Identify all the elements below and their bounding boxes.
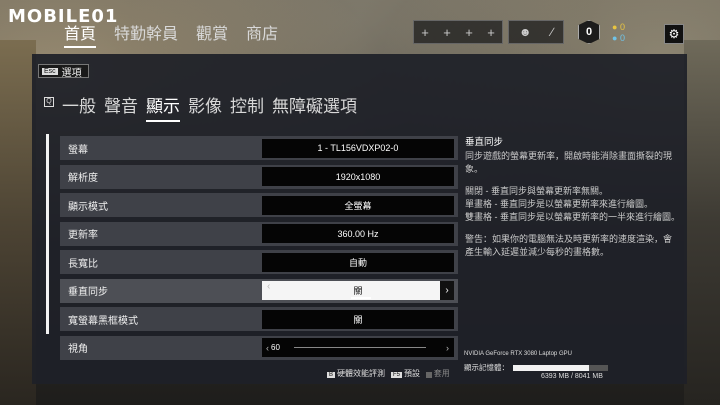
credits-amount: 0 [619,33,625,43]
settings-list: 螢幕 1 - TL156VDXP02-0 解析度 1920x1080 顯示模式 … [60,136,458,364]
default-button[interactable]: F5 預設 [391,368,420,379]
vram-bar-fill [513,364,589,371]
key-hint: B [327,372,336,378]
tab-audio[interactable]: 聲音 [104,92,138,122]
chevron-right-icon[interactable]: › [446,343,449,353]
squad-slot-add-button[interactable]: + [487,25,495,40]
tab-graphics[interactable]: 影像 [188,92,222,122]
setting-value: 關 [353,286,363,296]
setting-label: 更新率 [68,230,98,241]
background-tree-right [684,40,720,405]
scrollbar[interactable] [46,134,49,334]
gear-icon: ⚙ [668,27,680,41]
setting-row-vsync[interactable]: 垂直同步 ‹ 關 › [60,278,458,303]
slash-icon[interactable]: ∕ [551,25,553,39]
setting-value[interactable]: 360.00 Hz [262,224,454,243]
chevron-left-icon[interactable]: ‹ [266,343,269,353]
setting-value-selector[interactable]: ‹ 關 › [262,281,454,300]
tab-key-hint: Q [44,97,54,107]
setting-row-monitor[interactable]: 螢幕 1 - TL156VDXP02-0 [60,136,458,160]
back-button-label: 選項 [61,67,82,79]
person-icon[interactable]: ☻ [519,25,532,39]
nav-shop[interactable]: 商店 [246,20,278,48]
esc-key-hint: Esc [42,67,58,75]
footer-label: 預設 [404,369,421,378]
squad-slot-add-button[interactable]: + [443,25,451,40]
currency-display: ● 0 ● 0 [612,22,625,44]
setting-label: 視角 [68,344,88,355]
setting-row-refresh-rate[interactable]: 更新率 360.00 Hz [60,221,458,246]
tab-controls[interactable]: 控制 [230,92,264,122]
party-controls: ☻ ∕ [508,20,564,44]
setting-value[interactable]: 自動 [262,252,454,272]
vram-label: 顯示記憶體： [464,363,509,372]
key-hint: F5 [391,372,403,378]
benchmark-button[interactable]: B 硬體效能評測 [327,368,385,379]
setting-value[interactable]: 全螢幕 [262,195,454,215]
setting-label: 長寬比 [68,258,98,270]
setting-row-fov[interactable]: 視角 ‹ 60 › [60,335,458,360]
chevron-right-icon[interactable]: › [440,281,454,300]
squad-slots: + + + + [413,20,503,44]
setting-label: 顯示模式 [68,201,108,213]
setting-row-resolution[interactable]: 解析度 1920x1080 [60,164,458,189]
setting-description: 垂直同步 同步遊戲的螢幕更新率，開啟時能消除畫面撕裂的現象。 關閉 - 垂直同步… [465,134,680,268]
footer-label: 硬體效能評測 [337,369,386,378]
key-hint [426,372,432,378]
chevron-left-icon[interactable]: ‹ [267,281,270,292]
squad-slot-add-button[interactable]: + [421,25,429,40]
nav-home[interactable]: 首頁 [64,20,97,48]
main-nav: 首頁 特勤幹員 觀賞 商店 [64,20,278,48]
options-tabs: 一般 聲音 顯示 影像 控制 無障礙選項 [62,92,357,122]
apply-button[interactable]: 套用 [426,368,450,379]
credits-icon: ● [612,33,618,43]
tab-accessibility[interactable]: 無障礙選項 [272,92,357,122]
footer-actions: B 硬體效能評測 F5 預設 套用 [327,368,450,379]
vram-value: 6393 MB / 8041 MB [541,373,603,380]
setting-label: 螢幕 [68,144,88,156]
back-button[interactable]: Esc 選項 [38,64,89,79]
fov-slider[interactable]: ‹ 60 › [262,338,454,357]
description-title: 垂直同步 [465,137,504,148]
setting-label: 垂直同步 [68,287,108,298]
tab-general[interactable]: 一般 [62,92,96,122]
setting-row-aspect-ratio[interactable]: 長寬比 自動 [60,250,458,274]
option-indicator [351,297,371,299]
description-paragraph: 關閉 - 垂直同步與螢幕更新率無關。 單畫格 - 垂直同步是以螢幕更新率來進行繪… [465,186,680,222]
renown-amount: 0 [619,22,625,32]
description-paragraph: 警告：如果你的電腦無法及時更新率的速度渲染，會產生輸入延遲並減少每秒的畫格數。 [465,234,673,257]
settings-button[interactable]: ⚙ [664,24,684,44]
description-paragraph: 同步遊戲的螢幕更新率，開啟時能消除畫面撕裂的現象。 [465,151,673,174]
nav-operators[interactable]: 特勤幹員 [114,20,178,48]
slider-value: 60 [271,343,280,352]
setting-value[interactable]: 1 - TL156VDXP02-0 [262,138,454,158]
setting-value[interactable]: 關 [262,309,454,329]
setting-label: 寬螢幕黑框模式 [68,315,138,327]
footer-label: 套用 [433,369,450,378]
setting-label: 解析度 [68,173,98,184]
setting-row-display-mode[interactable]: 顯示模式 全螢幕 [60,193,458,217]
vram-bar [513,364,608,371]
renown-icon: ● [612,22,618,32]
setting-value[interactable]: 1920x1080 [262,167,454,186]
squad-slot-add-button[interactable]: + [465,25,473,40]
gpu-name: NVIDIA GeForce RTX 3080 Laptop GPU [464,351,572,357]
tab-display[interactable]: 顯示 [146,92,180,122]
background-tree-left [0,40,36,405]
options-panel: Esc 選項 Q 一般 聲音 顯示 影像 控制 無障礙選項 螢幕 1 - TL1… [32,54,687,384]
vram-usage: 顯示記憶體： [464,362,608,373]
level-badge[interactable]: 0 [578,20,600,44]
top-bar: MOBILE01 首頁 特勤幹員 觀賞 商店 + + + + ☻ ∕ 0 ● 0… [0,0,720,48]
nav-watch[interactable]: 觀賞 [196,20,228,48]
setting-row-letterbox[interactable]: 寬螢幕黑框模式 關 [60,307,458,331]
slider-track[interactable] [294,347,426,348]
